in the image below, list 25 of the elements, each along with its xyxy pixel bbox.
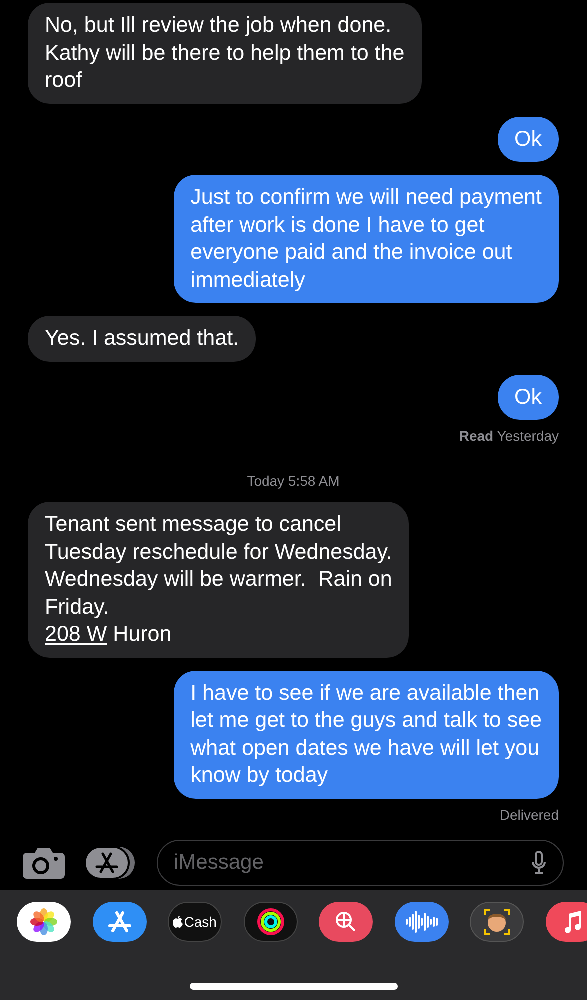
camera-icon[interactable] — [23, 847, 65, 879]
message-text: Ok — [514, 126, 542, 150]
activity-rings-icon[interactable] — [244, 902, 298, 942]
cash-app-button[interactable]: Cash — [168, 902, 222, 942]
timestamp: Today 5:58 AM — [247, 472, 340, 491]
globe-search-icon[interactable] — [319, 902, 374, 942]
music-note-icon[interactable] — [546, 902, 587, 942]
message-text: No, but Ill review the job when done. Kathy will be there to help them to the roof — [45, 13, 405, 92]
microphone-icon[interactable] — [532, 851, 546, 875]
message-text: Yes. I assumed that. — [45, 326, 240, 350]
app-store-icon[interactable] — [92, 902, 147, 942]
app-store-icon[interactable] — [85, 846, 137, 880]
message-text: Tenant sent message to cancel Tuesday reschedule for Wednesday. Wednesday will be warmer. Rain on Friday. — [45, 512, 392, 618]
message-text: Just to confirm we will need payment after work is done I have to get everyone paid and the invoice out immediately — [190, 185, 542, 292]
message-input-field[interactable]: iMessage — [157, 840, 564, 886]
apple-logo-icon — [173, 916, 184, 928]
photos-app-icon[interactable] — [17, 902, 71, 942]
message-text: I have to see if we are available then let me get to the guys and talk to see what open dates we have will let you know by today — [190, 680, 542, 787]
message-status: Read Yesterday — [459, 427, 559, 446]
message-status: Delivered — [500, 806, 559, 824]
message-text: Ok — [514, 384, 542, 408]
address-text: Huron — [112, 622, 172, 646]
address-link[interactable]: 208 W — [45, 622, 108, 646]
avatar-icon[interactable] — [470, 902, 524, 942]
waveform-icon[interactable] — [394, 902, 449, 942]
